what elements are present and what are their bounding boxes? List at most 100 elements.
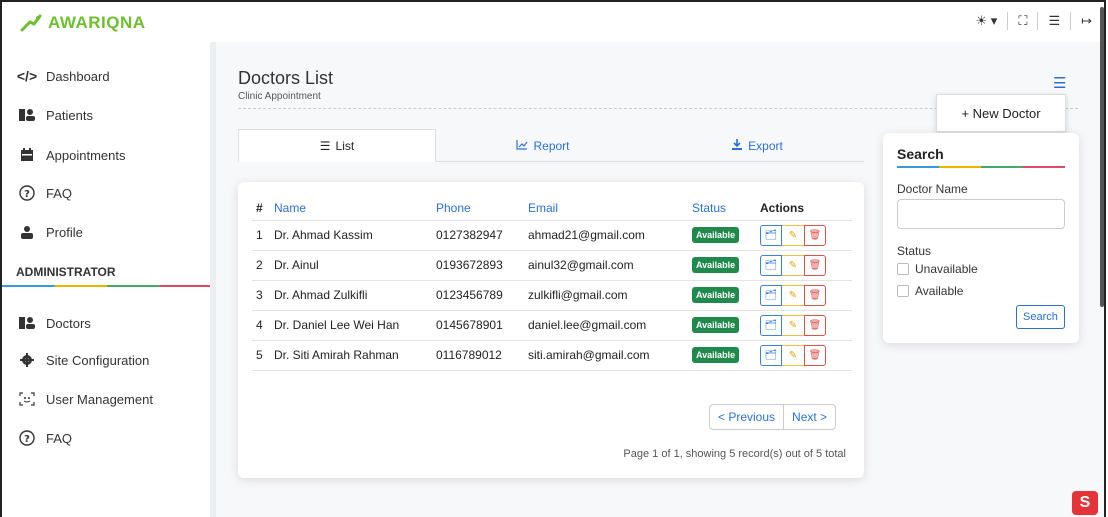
tab-list[interactable]: ☰ List bbox=[238, 129, 436, 162]
doctor-phone: 0127382947 bbox=[432, 219, 524, 251]
tab-label: Report bbox=[533, 138, 570, 153]
gear-icon bbox=[16, 353, 38, 367]
checkbox[interactable] bbox=[897, 263, 909, 275]
status-available-checkbox[interactable]: Available bbox=[897, 284, 963, 298]
col-actions: Actions bbox=[760, 200, 805, 215]
list-icon[interactable]: ☰ bbox=[1048, 13, 1060, 29]
previous-button[interactable]: < Previous bbox=[709, 404, 785, 430]
search-panel: Search Doctor Name Status Unavailable Av… bbox=[883, 133, 1079, 343]
table-row: 2 Dr. Ainul 0193672893 ainul32@gmail.com Ava… bbox=[252, 250, 852, 281]
doctors-table-card: # Name Phone Email Status Actions 1 Dr. A… bbox=[238, 182, 864, 478]
sidebar-item-dashboard[interactable]: </> Dashboard bbox=[16, 64, 110, 88]
tab-label: Export bbox=[748, 138, 783, 153]
col-email[interactable]: Email bbox=[524, 196, 688, 220]
fullscreen-icon[interactable]: ⛶ bbox=[1018, 13, 1027, 29]
download-icon bbox=[731, 138, 743, 153]
sidebar-item-faq-admin[interactable]: ? FAQ bbox=[16, 426, 72, 450]
sidebar-item-faq[interactable]: ? FAQ bbox=[16, 181, 72, 205]
row-number: 3 bbox=[252, 280, 270, 311]
sidebar-item-label: Profile bbox=[46, 224, 83, 240]
logout-icon[interactable]: ↦ bbox=[1081, 13, 1092, 29]
sidebar-item-label: Patients bbox=[46, 107, 93, 123]
col-status[interactable]: Status bbox=[688, 196, 756, 220]
actions-cell: 🗂 ✎ 🗑 bbox=[756, 219, 852, 251]
trash-icon[interactable]: 🗑 bbox=[804, 254, 826, 276]
folder-icon[interactable]: 🗂 bbox=[760, 314, 782, 336]
page-title: Doctors List bbox=[238, 68, 334, 88]
doctor-name-input[interactable] bbox=[897, 199, 1065, 229]
tab-report[interactable]: Report bbox=[436, 129, 650, 162]
checkbox-label: Unavailable bbox=[915, 262, 978, 276]
pagination: < Previous Next > bbox=[709, 404, 837, 430]
sidebar-item-label: FAQ bbox=[46, 185, 73, 201]
folder-icon[interactable]: 🗂 bbox=[760, 344, 782, 366]
actions-cell: 🗂 ✎ 🗑 bbox=[756, 280, 852, 311]
edit-icon[interactable]: ✎ bbox=[782, 224, 804, 246]
table-row: 1 Dr. Ahmad Kassim 0127382947 ahmad21@gmail… bbox=[252, 219, 852, 251]
users-icon bbox=[16, 108, 38, 122]
status-badge: Available bbox=[692, 317, 740, 333]
tab-export[interactable]: Export bbox=[650, 129, 864, 162]
separator bbox=[1070, 12, 1072, 30]
col-phone[interactable]: Phone bbox=[432, 196, 524, 220]
sidebar-item-appointments[interactable]: Appointments bbox=[16, 143, 126, 167]
users-icon bbox=[16, 316, 38, 330]
doctor-phone: 0116789012 bbox=[432, 340, 524, 371]
edit-icon[interactable]: ✎ bbox=[782, 254, 804, 276]
table-header-row: # Name Phone Email Status Actions bbox=[252, 196, 852, 220]
folder-icon[interactable]: 🗂 bbox=[760, 254, 782, 276]
status-badge: Available bbox=[692, 287, 740, 303]
search-button[interactable]: Search bbox=[1016, 305, 1065, 329]
top-bar: ☀ ▾ ⛶ ☰ ↦ bbox=[216, 2, 1104, 42]
edit-icon[interactable]: ✎ bbox=[782, 284, 804, 306]
separator bbox=[1037, 12, 1039, 30]
sidebar-item-doctors[interactable]: Doctors bbox=[16, 311, 91, 335]
app-corner-logo-icon[interactable]: S bbox=[1072, 491, 1098, 515]
row-number: 4 bbox=[252, 310, 270, 341]
status-label: Status bbox=[897, 244, 932, 258]
folder-icon[interactable]: 🗂 bbox=[760, 284, 782, 306]
doctor-email: siti.amirah@gmail.com bbox=[524, 340, 688, 371]
trash-icon[interactable]: 🗑 bbox=[804, 284, 826, 306]
folder-icon[interactable]: 🗂 bbox=[760, 224, 782, 246]
new-doctor-button[interactable]: + New Doctor bbox=[936, 94, 1066, 132]
col-name[interactable]: Name bbox=[270, 196, 432, 220]
doctor-name: Dr. Daniel Lee Wei Han bbox=[270, 310, 432, 341]
menu-icon[interactable]: ☰ bbox=[1053, 74, 1066, 92]
svg-text:?: ? bbox=[24, 434, 30, 445]
trash-icon[interactable]: 🗑 bbox=[804, 344, 826, 366]
tab-bar: ☰ List Report Export bbox=[238, 129, 864, 162]
face-scan-icon bbox=[16, 392, 38, 406]
doctor-phone: 0145678901 bbox=[432, 310, 524, 341]
tab-label: List bbox=[335, 138, 355, 153]
doctor-name: Dr. Ahmad Kassim bbox=[270, 219, 432, 251]
status-unavailable-checkbox[interactable]: Unavailable bbox=[897, 262, 978, 276]
chart-icon bbox=[516, 139, 528, 153]
status-cell: Available bbox=[688, 219, 756, 251]
sun-icon[interactable]: ☀ ▾ bbox=[976, 13, 998, 29]
doctor-name: Dr. Siti Amirah Rahman bbox=[270, 340, 432, 371]
sidebar-item-patients[interactable]: Patients bbox=[16, 103, 93, 127]
doctors-table: # Name Phone Email Status Actions 1 Dr. A… bbox=[252, 196, 852, 371]
sidebar-item-profile[interactable]: Profile bbox=[16, 220, 83, 244]
trash-icon[interactable]: 🗑 bbox=[804, 224, 826, 246]
edit-icon[interactable]: ✎ bbox=[782, 344, 804, 366]
sidebar-item-label: Site Configuration bbox=[46, 352, 150, 368]
doctor-name: Dr. Ainul bbox=[270, 250, 432, 281]
status-badge: Available bbox=[692, 347, 740, 363]
sidebar-item-user-management[interactable]: User Management bbox=[16, 387, 153, 411]
doctor-phone: 0193672893 bbox=[432, 250, 524, 281]
next-button[interactable]: Next > bbox=[784, 404, 837, 430]
doctor-email: daniel.lee@gmail.com bbox=[524, 310, 688, 341]
checkbox[interactable] bbox=[897, 285, 909, 297]
scrollbar[interactable] bbox=[1100, 7, 1104, 307]
admin-section-heading: ADMINISTRATOR bbox=[16, 265, 116, 279]
sidebar-item-site-configuration[interactable]: Site Configuration bbox=[16, 348, 149, 372]
row-number: 2 bbox=[252, 250, 270, 281]
edit-icon[interactable]: ✎ bbox=[782, 314, 804, 336]
question-icon: ? bbox=[16, 430, 38, 446]
sidebar-item-label: Doctors bbox=[46, 315, 91, 331]
brand-logo[interactable]: AWARIQNA bbox=[20, 12, 146, 34]
sidebar: AWARIQNA </> Dashboard Patients Appointm… bbox=[2, 2, 214, 517]
trash-icon[interactable]: 🗑 bbox=[804, 314, 826, 336]
